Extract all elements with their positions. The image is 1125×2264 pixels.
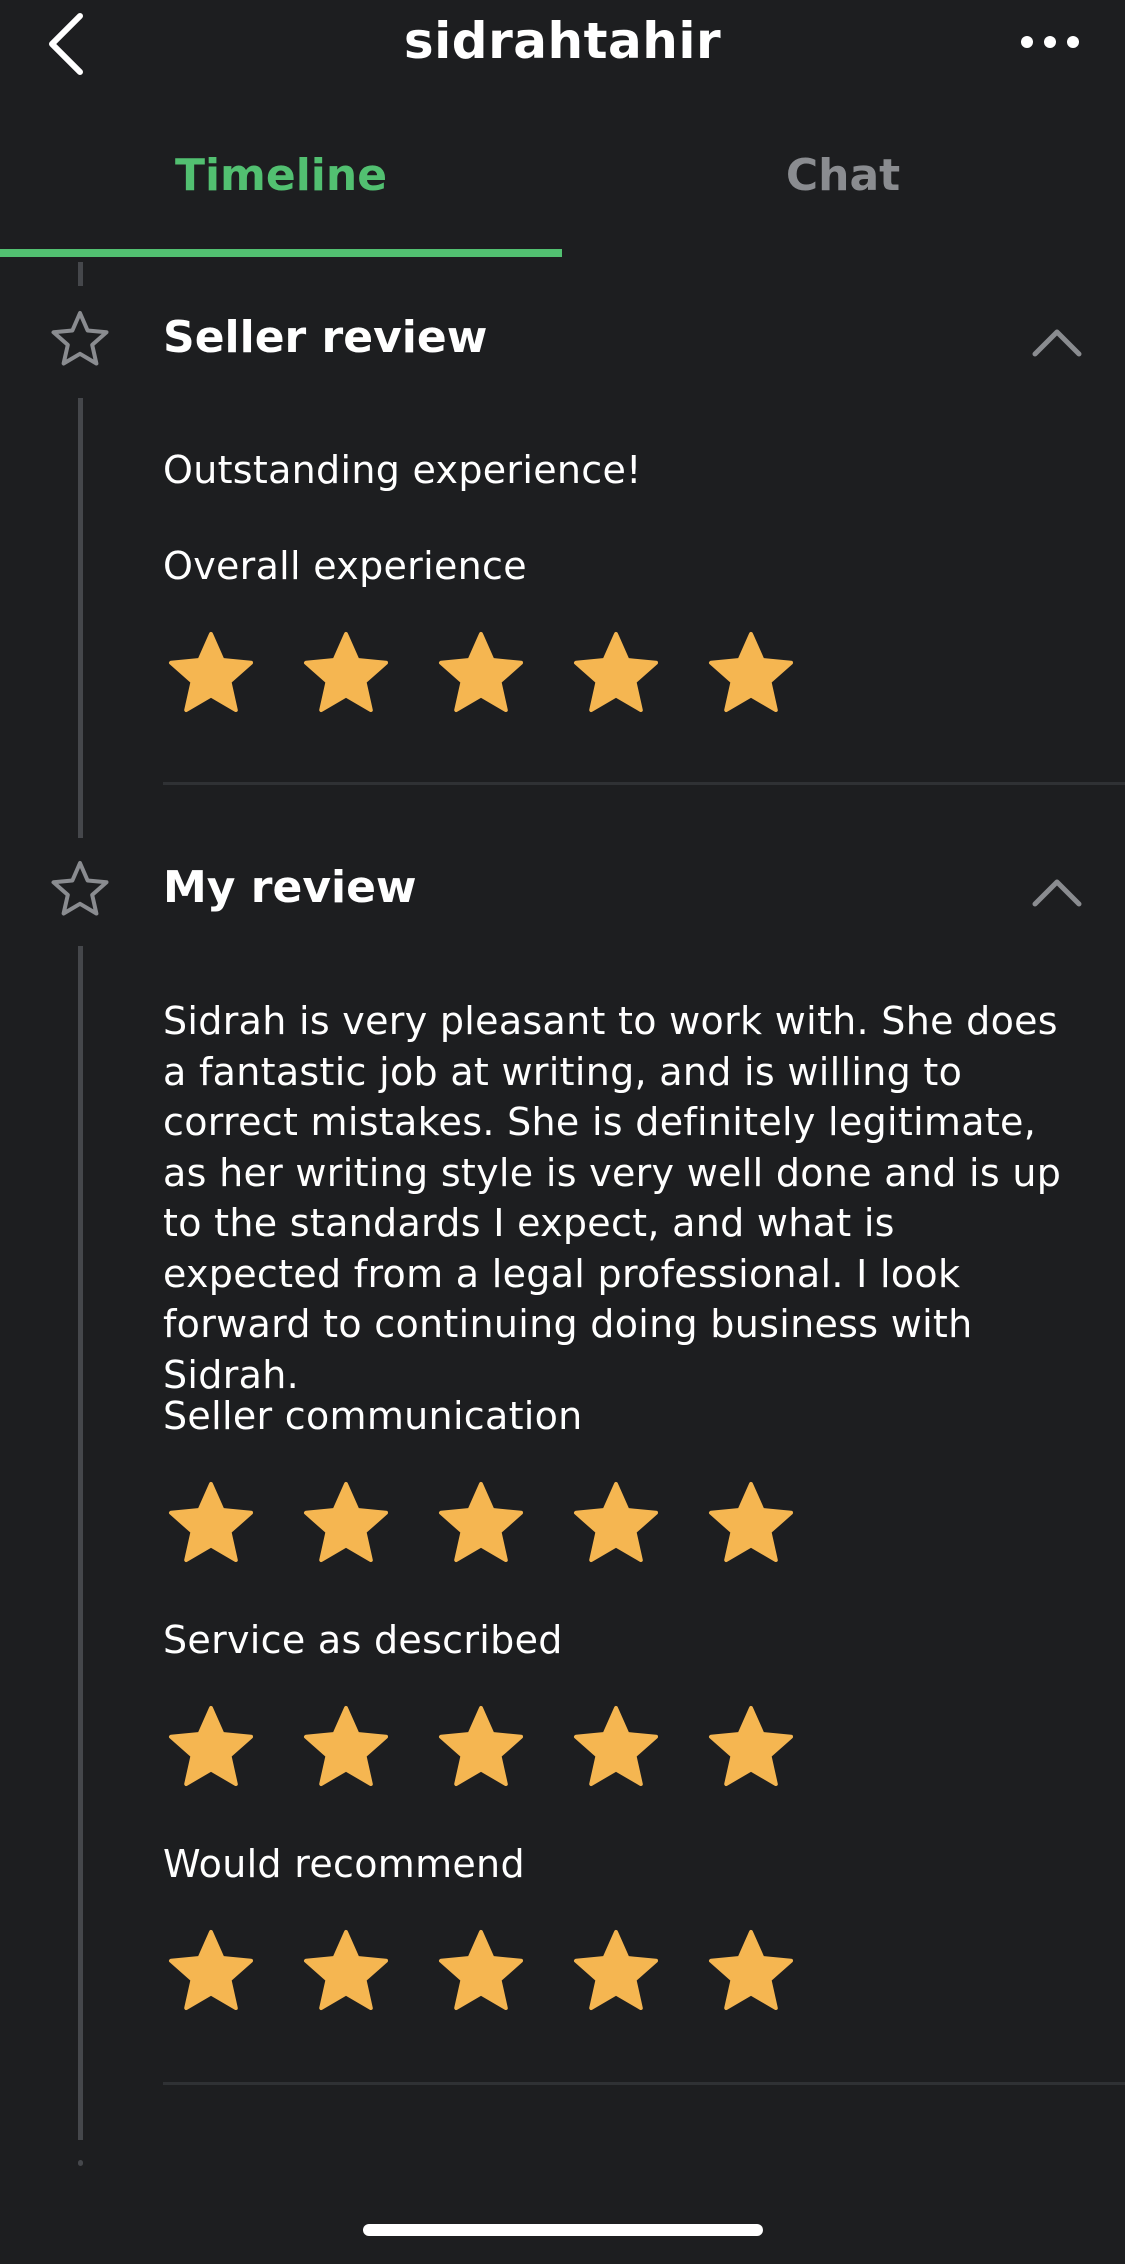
star-filled-icon <box>169 1930 253 2010</box>
tab-bar: Timeline Chat <box>0 120 1125 260</box>
tab-chat[interactable]: Chat <box>562 150 1124 201</box>
timeline-line <box>78 2160 83 2166</box>
rating-label: Would recommend <box>163 1842 525 1886</box>
seller-review-title: Seller review <box>163 312 488 363</box>
star-filled-icon <box>439 1706 523 1786</box>
star-filled-icon <box>439 632 523 712</box>
divider <box>163 2082 1125 2085</box>
star-filled-icon <box>574 632 658 712</box>
timeline-line <box>78 262 83 286</box>
star-filled-icon <box>304 1482 388 1562</box>
star-filled-icon <box>304 1930 388 2010</box>
star-filled-icon <box>709 1930 793 2010</box>
star-filled-icon <box>709 632 793 712</box>
star-filled-icon <box>304 632 388 712</box>
star-filled-icon <box>169 632 253 712</box>
star-filled-icon <box>574 1706 658 1786</box>
active-tab-indicator <box>0 249 562 257</box>
star-rating <box>163 628 813 724</box>
star-rating <box>163 1702 813 1798</box>
home-indicator <box>363 2224 763 2236</box>
my-review-title: My review <box>163 862 417 913</box>
star-filled-icon <box>169 1482 253 1562</box>
timeline-line <box>78 398 83 838</box>
star-filled-icon <box>574 1930 658 2010</box>
star-filled-icon <box>709 1482 793 1562</box>
my-review-body: Sidrah is very pleasant to work with. Sh… <box>163 999 1062 1397</box>
tab-timeline[interactable]: Timeline <box>0 150 562 201</box>
chevron-up-icon[interactable] <box>1029 326 1085 360</box>
divider <box>163 782 1125 785</box>
star-outline-icon <box>51 311 109 366</box>
page-title: sidrahtahir <box>403 12 722 70</box>
more-options-button[interactable] <box>1015 22 1085 62</box>
star-filled-icon <box>574 1482 658 1562</box>
rating-label: Overall experience <box>163 544 527 588</box>
star-rating <box>163 1478 813 1574</box>
star-outline-icon <box>51 861 109 916</box>
top-nav-bar: sidrahtahir <box>0 0 1125 88</box>
timeline-line <box>78 946 83 2140</box>
star-filled-icon <box>709 1706 793 1786</box>
star-filled-icon <box>304 1706 388 1786</box>
rating-label: Service as described <box>163 1618 563 1662</box>
more-dots-icon <box>1021 36 1079 48</box>
star-rating <box>163 1926 813 2022</box>
star-filled-icon <box>169 1706 253 1786</box>
rating-label: Seller communication <box>163 1394 583 1438</box>
seller-review-summary: Outstanding experience! <box>163 448 642 492</box>
star-filled-icon <box>439 1482 523 1562</box>
star-filled-icon <box>439 1930 523 2010</box>
chevron-up-icon[interactable] <box>1029 876 1085 910</box>
